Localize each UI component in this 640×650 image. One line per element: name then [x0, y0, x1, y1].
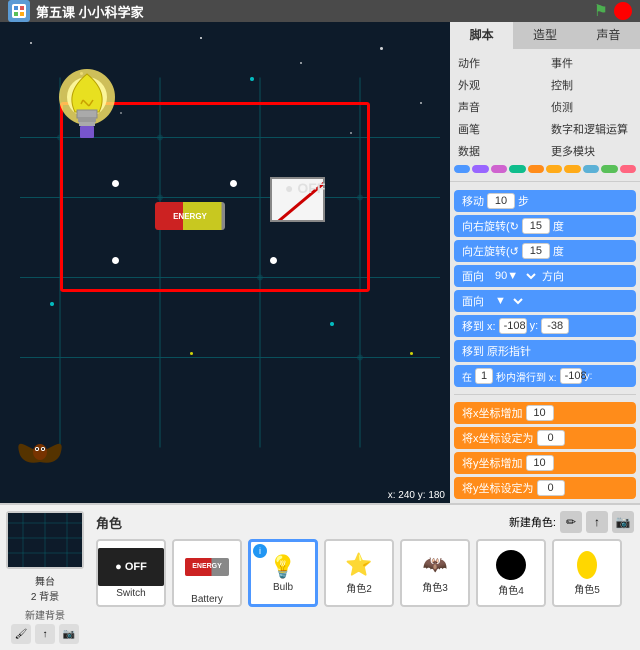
new-backdrop-button[interactable]: 新建背景 [25, 607, 65, 622]
category-sensing[interactable]: 侦测 [547, 97, 636, 117]
off-label: ● OFF [285, 180, 325, 196]
block-glide[interactable]: 在 1 秒内滑行到 x: -108 y: [454, 365, 636, 387]
stage-thumb-panel: 舞台 2 背景 新建背景 🖌 ↑ 📷 [0, 505, 90, 650]
sprite-item-role5[interactable]: 角色5 [552, 539, 622, 607]
category-events[interactable]: 事件 [547, 53, 636, 73]
stop-button[interactable] [614, 2, 632, 20]
block-goto-xy[interactable]: 移到 x: -108 y: -38 [454, 315, 636, 337]
flag-button[interactable]: ⚑ [594, 1, 608, 21]
stage-sublabel: 2 背景 [31, 588, 59, 603]
block-set-y[interactable]: 将y坐标设定为 0 [454, 477, 636, 499]
tab-costume[interactable]: 造型 [513, 22, 576, 49]
app-title: 第五课 小小科学家 [36, 2, 588, 21]
sprite-bat[interactable] [15, 430, 65, 473]
paint-sprite-btn[interactable]: ✏ [560, 511, 582, 533]
sprite-item-role2[interactable]: ⭐ 角色2 [324, 539, 394, 607]
stage-label: 舞台 [35, 573, 55, 588]
right-panel: 脚本 造型 声音 动作 外观 声音 [450, 22, 640, 503]
tab-sound[interactable]: 声音 [577, 22, 640, 49]
sprite-name-role5: 角色5 [574, 581, 600, 596]
block-set-y-add[interactable]: 将y坐标增加 10 [454, 452, 636, 474]
sprite-name-role2: 角色2 [346, 580, 372, 595]
face-toward-dropdown[interactable]: ▼ [487, 293, 526, 309]
category-looks[interactable]: 外观 [454, 75, 543, 95]
top-bar: 第五课 小小科学家 ⚑ [0, 0, 640, 22]
camera-icon[interactable]: 📷 [59, 624, 79, 644]
sprite-name-role4: 角色4 [498, 582, 524, 597]
tab-script[interactable]: 脚本 [450, 22, 513, 49]
new-sprite-label: 新建角色: [509, 514, 556, 530]
block-goto-pointer[interactable]: 移到 原形指针 [454, 340, 636, 362]
sprite-battery[interactable]: ENERGY [155, 202, 225, 230]
categories-panel: 动作 外观 声音 画笔 数据 [450, 49, 640, 177]
sprite-item-role4[interactable]: 角色4 [476, 539, 546, 607]
camera-sprite-btn[interactable]: 📷 [612, 511, 634, 533]
upload-sprite-btn[interactable]: ↑ [586, 511, 608, 533]
logo [8, 0, 30, 22]
new-sprite-area: 新建角色: ✏ ↑ 📷 [509, 511, 634, 533]
coord-display: x: 240 y: 180 [388, 490, 445, 501]
sprite-name-switch: Switch [116, 588, 145, 599]
circuit-dot [230, 180, 237, 187]
category-pen[interactable]: 画笔 [454, 119, 543, 139]
category-more[interactable]: 更多模块 [547, 141, 636, 161]
sprite-item-switch[interactable]: ● OFF Switch [96, 539, 166, 607]
bottom-section: 舞台 2 背景 新建背景 🖌 ↑ 📷 角色 新建角色: ✏ ↑ 📷 [0, 503, 640, 650]
sprites-panel: 角色 新建角色: ✏ ↑ 📷 ● OFF Switch [90, 505, 640, 650]
sprite-item-battery[interactable]: ENERGY Battery [172, 539, 242, 607]
panel-tabs: 脚本 造型 声音 [450, 22, 640, 49]
block-set-x-add[interactable]: 将x坐标增加 10 [454, 402, 636, 424]
circuit-dot [112, 180, 119, 187]
block-turn-right[interactable]: 向右旋转(↻ 15 度 [454, 215, 636, 237]
block-set-x[interactable]: 将x坐标设定为 0 [454, 427, 636, 449]
category-control[interactable]: 控制 [547, 75, 636, 95]
sprite-item-bulb[interactable]: i 💡 Bulb [248, 539, 318, 607]
block-face-dir[interactable]: 面向 90▼ 方向 [454, 265, 636, 287]
sprites-header: 角色 新建角色: ✏ ↑ 📷 [96, 511, 634, 533]
sprite-bulb[interactable] [55, 62, 120, 155]
block-move[interactable]: 移动 10 步 [454, 190, 636, 212]
sprite-name-battery: Battery [191, 594, 223, 605]
sprite-name-bulb: Bulb [273, 582, 293, 593]
stage-icon-buttons: 🖌 ↑ 📷 [11, 624, 79, 644]
stage-thumbnail[interactable] [6, 511, 84, 569]
circuit-dot [270, 257, 277, 264]
blocks-area: 移动 10 步 向右旋转(↻ 15 度 向左旋转(↺ 15 度 [450, 186, 640, 503]
face-direction-dropdown[interactable]: 90▼ [487, 268, 539, 284]
sprite-name-role3: 角色3 [422, 579, 448, 594]
block-turn-left[interactable]: 向左旋转(↺ 15 度 [454, 240, 636, 262]
block-face-toward[interactable]: 面向 ▼ [454, 290, 636, 312]
category-operators[interactable]: 数字和逻辑运算 [547, 119, 636, 139]
category-data[interactable]: 数据 [454, 141, 543, 161]
sprites-title: 角色 [96, 513, 122, 532]
sprite-item-role3[interactable]: 🦇 角色3 [400, 539, 470, 607]
category-sound[interactable]: 声音 [454, 97, 543, 117]
middle-section: ENERGY ● OFF [0, 22, 640, 503]
circuit-dot [112, 257, 119, 264]
stage-background: ENERGY ● OFF [0, 22, 450, 503]
sprites-grid: ● OFF Switch ENERGY Battery i 💡 Bulb [96, 539, 634, 607]
blocks-panel: 移动 10 步 向右旋转(↻ 15 度 向左旋转(↺ 15 度 [450, 186, 640, 503]
category-motion[interactable]: 动作 [454, 53, 543, 73]
sprite-info-badge[interactable]: i [253, 544, 267, 558]
upload-icon[interactable]: ↑ [35, 624, 55, 644]
paint-icon[interactable]: 🖌 [11, 624, 31, 644]
stage-area[interactable]: ENERGY ● OFF [0, 22, 450, 503]
